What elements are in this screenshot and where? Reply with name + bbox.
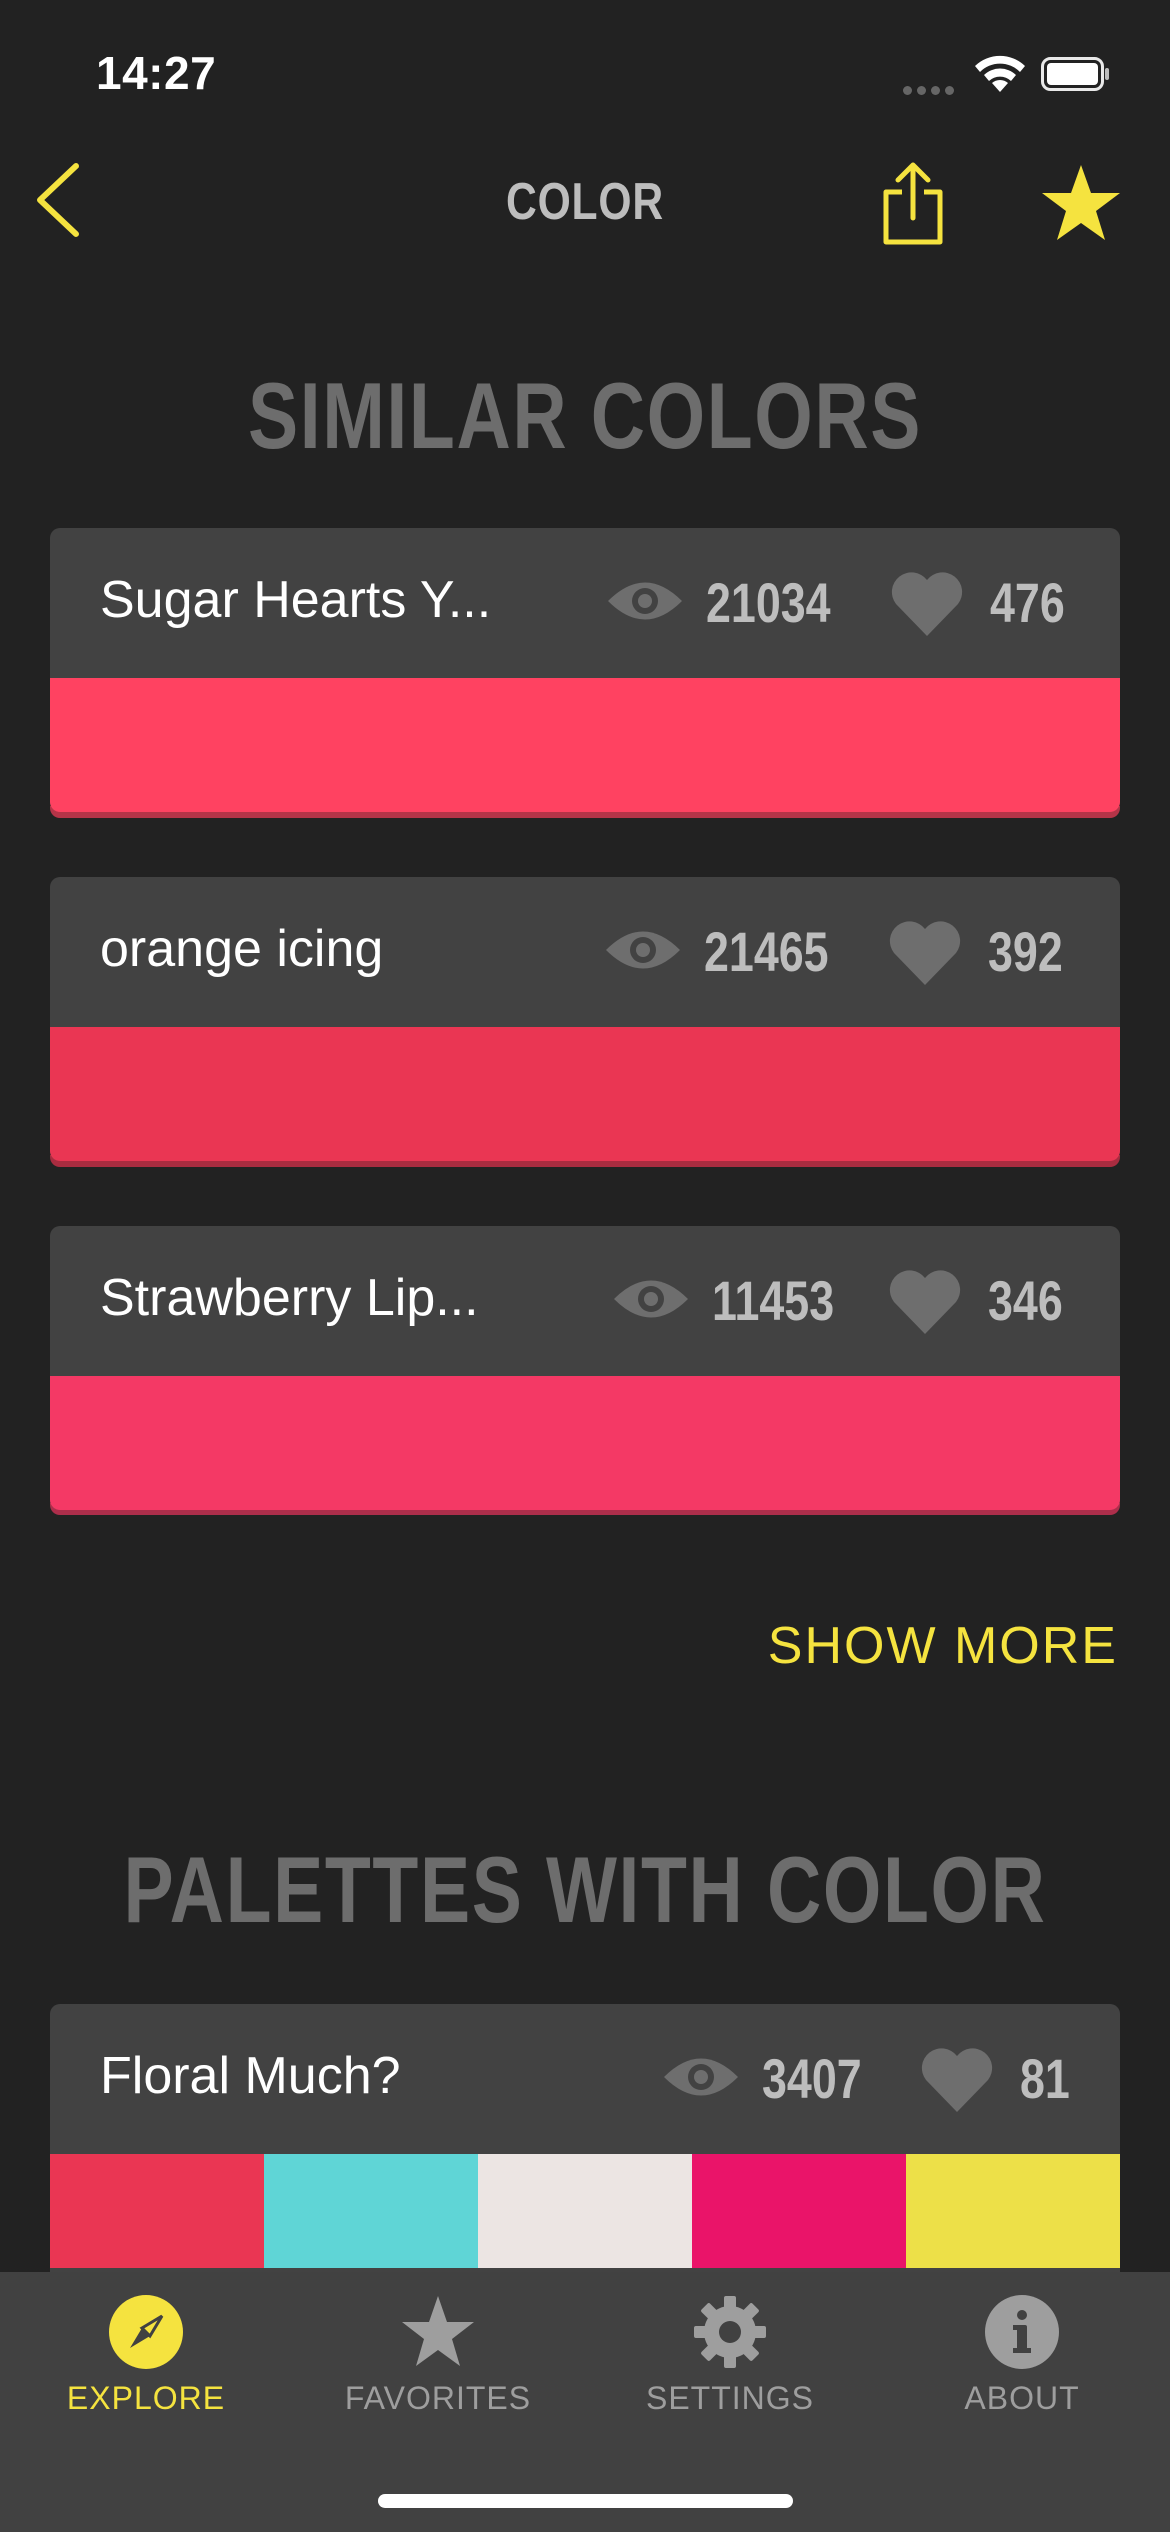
heart-icon xyxy=(889,921,961,985)
favorite-star-icon[interactable] xyxy=(1040,163,1122,243)
similar-color-card[interactable]: Strawberry Lip... 11453 346 xyxy=(50,1226,1120,1510)
heart-icon xyxy=(921,2048,993,2112)
palette-swatch xyxy=(264,2154,478,2268)
views-count: 21465 xyxy=(704,920,829,983)
tab-explore[interactable]: EXPLORE xyxy=(0,2272,292,2532)
palette-swatch xyxy=(478,2154,692,2268)
tab-settings[interactable]: SETTINGS xyxy=(584,2272,876,2532)
status-time: 14:27 xyxy=(96,47,217,99)
signal-icon xyxy=(903,82,959,95)
eye-icon xyxy=(664,2058,738,2096)
wifi-icon xyxy=(975,55,1025,92)
compass-icon xyxy=(109,2295,183,2369)
palette-swatch xyxy=(906,2154,1120,2268)
eye-icon xyxy=(606,931,680,969)
tab-label: ABOUT xyxy=(964,2380,1080,2416)
heart-icon xyxy=(891,572,963,636)
palette-card[interactable]: Floral Much? 3407 81 xyxy=(50,2004,1120,2294)
color-name: orange icing xyxy=(100,920,384,978)
eye-icon xyxy=(608,582,682,620)
likes-count: 392 xyxy=(988,920,1063,983)
back-chevron-icon[interactable] xyxy=(30,160,90,240)
views-count: 21034 xyxy=(706,571,831,634)
similar-color-card[interactable]: orange icing 21465 392 xyxy=(50,877,1120,1161)
likes-count: 476 xyxy=(990,571,1065,634)
star-icon xyxy=(402,2296,474,2366)
color-swatch xyxy=(50,1376,1120,1510)
battery-icon xyxy=(1041,57,1109,91)
views-count: 3407 xyxy=(762,2047,862,2110)
tab-label: EXPLORE xyxy=(66,2380,226,2416)
tab-label: SETTINGS xyxy=(645,2380,814,2416)
palettes-title: PALETTES WITH COLOR xyxy=(123,1837,1047,1942)
color-name: Strawberry Lip... xyxy=(100,1269,479,1327)
color-swatch xyxy=(50,1027,1120,1161)
tab-favorites[interactable]: FAVORITES xyxy=(292,2272,584,2532)
views-count: 11453 xyxy=(712,1269,835,1332)
heart-icon xyxy=(889,1270,961,1334)
palette-name: Floral Much? xyxy=(100,2047,401,2105)
tab-about[interactable]: ABOUT xyxy=(876,2272,1168,2532)
color-swatch xyxy=(50,678,1120,812)
gear-icon xyxy=(694,2296,766,2368)
share-icon[interactable] xyxy=(878,160,948,246)
color-name: Sugar Hearts Y... xyxy=(100,571,492,629)
tab-label: FAVORITES xyxy=(344,2380,532,2416)
tab-bar: EXPLORE FAVORITES SETTINGS ABOUT xyxy=(0,2272,1170,2532)
palette-swatch xyxy=(50,2154,264,2268)
home-indicator xyxy=(378,2494,793,2508)
likes-count: 81 xyxy=(1020,2047,1070,2110)
palette-swatch xyxy=(692,2154,906,2268)
likes-count: 346 xyxy=(988,1269,1063,1332)
eye-icon xyxy=(614,1280,688,1318)
show-more-button[interactable]: SHOW MORE xyxy=(768,1616,1118,1676)
similar-colors-title: SIMILAR COLORS xyxy=(247,363,923,468)
info-icon xyxy=(985,2295,1059,2369)
similar-color-card[interactable]: Sugar Hearts Y... 21034 476 xyxy=(50,528,1120,812)
